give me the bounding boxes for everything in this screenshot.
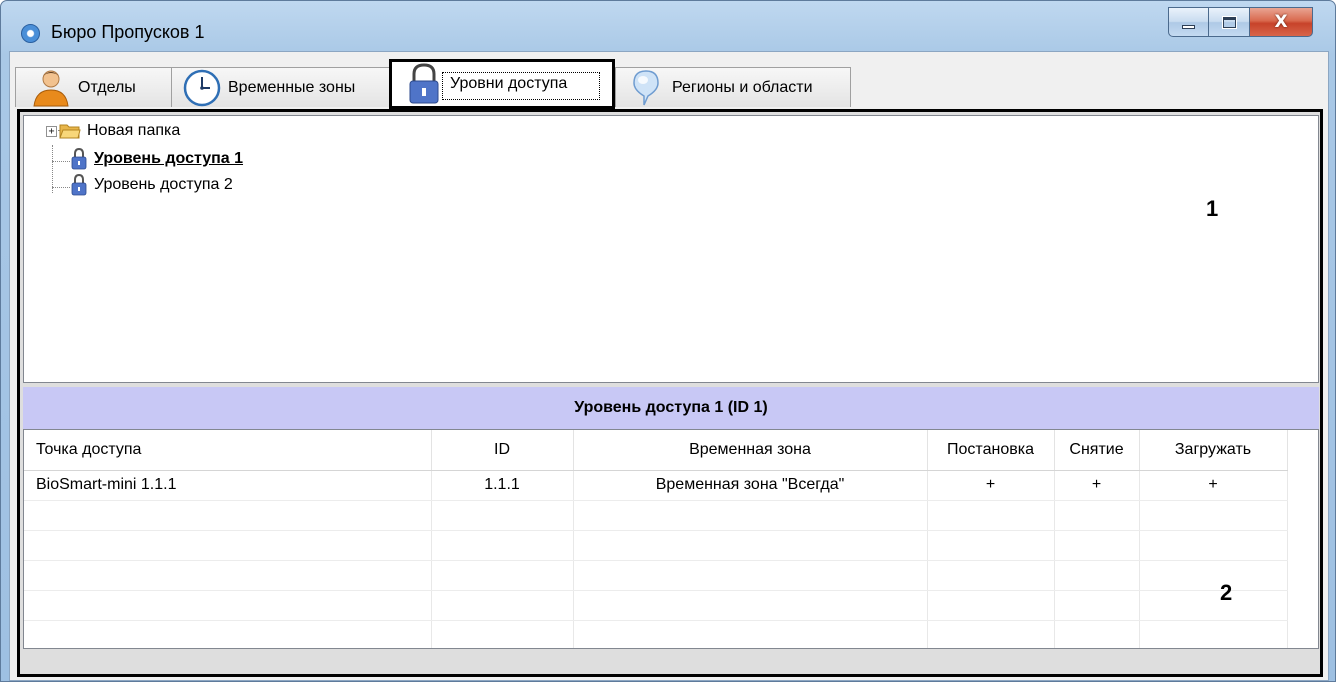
empty-row bbox=[24, 530, 1288, 561]
tab-regions-label: Регионы и области bbox=[672, 78, 813, 96]
minimize-button[interactable] bbox=[1168, 7, 1209, 37]
client-area: Отделы Временные зоны Уровни доступа Рег… bbox=[9, 51, 1329, 681]
maximize-icon bbox=[1221, 15, 1237, 29]
column-header-arm[interactable]: Постановка bbox=[927, 430, 1055, 471]
minimize-icon bbox=[1182, 24, 1195, 29]
padlock-icon bbox=[71, 174, 87, 196]
access-points-table[interactable]: Точка доступа ID Временная зона Постанов… bbox=[23, 429, 1319, 649]
cell-disarm[interactable]: + bbox=[1054, 470, 1140, 501]
tab-regions[interactable]: Регионы и области bbox=[615, 67, 851, 107]
empty-row bbox=[24, 560, 1288, 591]
tab-access-levels[interactable]: Уровни доступа bbox=[389, 59, 615, 109]
folder-icon bbox=[59, 124, 81, 139]
cell-time-zone: Временная зона "Всегда" bbox=[573, 470, 928, 501]
close-button[interactable]: X bbox=[1250, 7, 1313, 37]
tree-item-label: Уровень доступа 1 bbox=[94, 150, 244, 167]
map-pin-icon bbox=[633, 69, 659, 105]
window-controls: X bbox=[1168, 7, 1313, 37]
tree-guide-line bbox=[52, 187, 70, 188]
table-header-row: Точка доступа ID Временная зона Постанов… bbox=[24, 430, 1288, 471]
cell-id: 1.1.1 bbox=[431, 470, 574, 501]
tree-guide-line bbox=[52, 161, 70, 162]
access-level-tree[interactable]: + Новая папка Уровень доступа 1 Уровень … bbox=[23, 115, 1319, 383]
tree-item-access-level-1[interactable]: Уровень доступа 1 bbox=[70, 147, 243, 171]
app-logo-icon bbox=[21, 24, 40, 43]
cell-arm[interactable]: + bbox=[927, 470, 1055, 501]
tree-guide-line bbox=[52, 145, 53, 193]
column-header-access-point[interactable]: Точка доступа bbox=[24, 430, 432, 471]
window-title: Бюро Пропусков 1 bbox=[51, 22, 205, 42]
maximize-button[interactable] bbox=[1209, 7, 1250, 37]
empty-row bbox=[24, 500, 1288, 531]
column-header-time-zone[interactable]: Временная зона bbox=[573, 430, 928, 471]
callout-number-2: 2 bbox=[1220, 580, 1233, 605]
focus-rectangle bbox=[442, 72, 600, 100]
tab-departments[interactable]: Отделы bbox=[15, 67, 172, 107]
padlock-icon bbox=[71, 148, 87, 170]
table-row[interactable]: BioSmart-mini 1.1.1 1.1.1 Временная зона… bbox=[24, 470, 1288, 501]
tab-departments-label: Отделы bbox=[78, 78, 136, 96]
tab-time-zones[interactable]: Временные зоны bbox=[171, 67, 392, 107]
tree-item-label: Новая папка bbox=[87, 122, 181, 139]
empty-row bbox=[24, 620, 1288, 648]
tree-item-label: Уровень доступа 2 bbox=[94, 176, 233, 193]
tree-item-access-level-2[interactable]: Уровень доступа 2 bbox=[70, 173, 233, 197]
cell-load[interactable]: + bbox=[1139, 470, 1288, 501]
callout-number-1: 1 bbox=[1206, 196, 1219, 221]
cell-access-point: BioSmart-mini 1.1.1 bbox=[24, 470, 432, 501]
tree-item-folder[interactable]: + Новая папка bbox=[46, 119, 180, 143]
tab-strip: Отделы Временные зоны Уровни доступа Рег… bbox=[12, 59, 1326, 109]
access-levels-panel: + Новая папка Уровень доступа 1 Уровень … bbox=[17, 109, 1323, 677]
panel-footer bbox=[23, 649, 1319, 674]
padlock-icon bbox=[409, 63, 439, 104]
tab-time-zones-label: Временные зоны bbox=[228, 78, 356, 96]
close-icon: X bbox=[1274, 12, 1288, 32]
title-bar[interactable]: Бюро Пропусков 1 X bbox=[1, 1, 1335, 57]
empty-row bbox=[24, 590, 1288, 621]
clock-icon bbox=[183, 69, 221, 106]
column-header-disarm[interactable]: Снятие bbox=[1054, 430, 1140, 471]
person-icon bbox=[33, 70, 69, 106]
app-window: Бюро Пропусков 1 X Отделы Временные зоны… bbox=[0, 0, 1336, 682]
detail-header: Уровень доступа 1 (ID 1) bbox=[23, 387, 1319, 429]
column-header-id[interactable]: ID bbox=[431, 430, 574, 471]
column-header-load[interactable]: Загружать bbox=[1139, 430, 1288, 471]
expand-icon[interactable]: + bbox=[46, 125, 57, 137]
